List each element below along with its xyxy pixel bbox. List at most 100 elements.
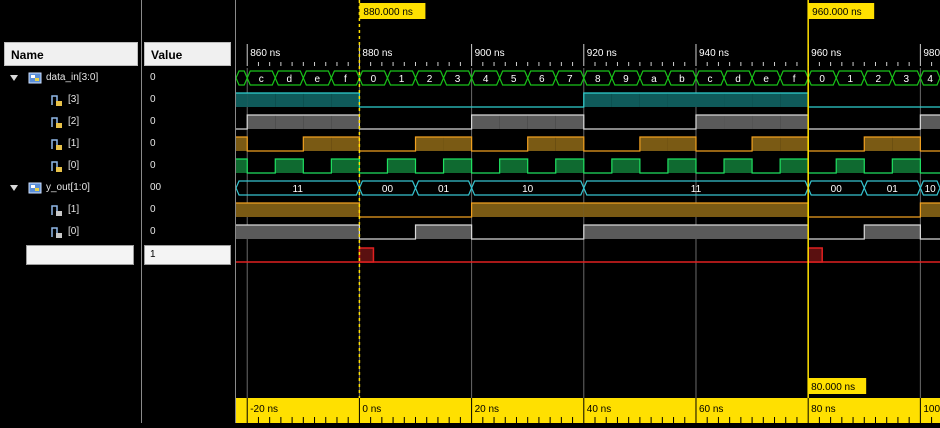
bit-high-fill bbox=[331, 159, 360, 173]
bit-high-fill bbox=[583, 225, 809, 239]
bus-value-label: 3 bbox=[455, 74, 461, 85]
bus-value-label: e bbox=[315, 74, 321, 85]
bus-value-label: f bbox=[344, 74, 347, 85]
bus-value-label: e bbox=[763, 74, 769, 85]
relative-tick-label: 60 ns bbox=[699, 404, 723, 415]
bus-value-label: c bbox=[708, 74, 713, 85]
signal-row[interactable]: [0] bbox=[0, 155, 141, 177]
signal-value-label: 0 bbox=[150, 226, 156, 237]
value-column-panel: Value 0 0 0 0 0 00 0 0 1 bbox=[142, 0, 236, 423]
bit-high-fill bbox=[331, 137, 360, 151]
relative-tick-label: 0 ns bbox=[362, 404, 381, 415]
bit-high-fill bbox=[555, 159, 584, 173]
waveform-panel[interactable]: 860 ns 880 ns 900 ns 920 ns 940 ns 960 ns 980 … bbox=[235, 0, 940, 423]
bit-high-fill bbox=[920, 115, 940, 129]
signal-row[interactable]: [1] bbox=[0, 133, 141, 155]
signal-row[interactable]: [0] bbox=[0, 221, 141, 243]
name-column-panel: Name data_in[3:0] [3] [2] [1] [0] y_out[1:0] [… bbox=[0, 0, 142, 423]
bit-high-fill bbox=[236, 203, 360, 217]
bit-high-fill bbox=[752, 115, 781, 129]
bit-high-fill bbox=[780, 159, 809, 173]
bus-value-label: 01 bbox=[438, 184, 450, 195]
signal-row[interactable]: [1] bbox=[0, 199, 141, 221]
bit-high-fill bbox=[303, 137, 332, 151]
time-tick-label: 940 ns bbox=[699, 48, 729, 59]
value-panel-top bbox=[142, 0, 235, 38]
bus-value-label: 10 bbox=[925, 184, 937, 195]
value-column-header[interactable]: Value bbox=[144, 42, 231, 66]
bus-value-label: 2 bbox=[427, 74, 433, 85]
relative-tick-label: 20 ns bbox=[475, 404, 499, 415]
bit-high-fill bbox=[864, 225, 921, 239]
bus-value-label: 00 bbox=[382, 184, 394, 195]
bit-high-fill bbox=[236, 93, 248, 107]
bit-high-fill bbox=[724, 159, 753, 173]
bit-high-fill bbox=[236, 137, 248, 151]
bit-high-fill bbox=[331, 93, 360, 107]
signal-row[interactable]: y_out[1:0] bbox=[0, 177, 141, 199]
bus-value-label: 01 bbox=[887, 184, 899, 195]
signal-value-label: 0 bbox=[150, 72, 156, 83]
signal-name-label: data_in[3:0] bbox=[46, 72, 99, 83]
bit-high-fill bbox=[724, 115, 753, 129]
bus-value-label: 3 bbox=[904, 74, 910, 85]
signal-row[interactable]: [3] bbox=[0, 89, 141, 111]
signal-value-label: 0 bbox=[150, 160, 156, 171]
bit-high-fill bbox=[555, 115, 584, 129]
bit-high-fill bbox=[275, 93, 304, 107]
bus-value-label: 0 bbox=[819, 74, 825, 85]
bit-high-fill bbox=[920, 203, 940, 217]
bit-high-fill bbox=[611, 93, 640, 107]
signal-name-label: [0] bbox=[68, 160, 80, 171]
signal-name-label: [3] bbox=[68, 94, 80, 105]
bus-value-label: 2 bbox=[876, 74, 882, 85]
invalid-data-pulse bbox=[358, 247, 375, 263]
bit-high-fill bbox=[667, 93, 696, 107]
time-tick-label: 960 ns bbox=[811, 48, 841, 59]
bus-value-label: 10 bbox=[522, 184, 534, 195]
bus-value-label: 8 bbox=[595, 74, 601, 85]
bit-high-fill bbox=[247, 115, 276, 129]
bus-value-label: a bbox=[651, 74, 657, 85]
bit-signal-icon bbox=[51, 139, 62, 150]
bit-high-fill bbox=[780, 93, 809, 107]
time-tick-label: 880 ns bbox=[362, 48, 392, 59]
bus-signal-icon bbox=[28, 72, 42, 84]
bit-high-fill bbox=[667, 137, 696, 151]
bit-high-fill bbox=[780, 137, 809, 151]
expand-toggle-icon[interactable] bbox=[10, 185, 18, 191]
bus-value-label: d bbox=[287, 74, 293, 85]
cursor-time-label: 880.000 ns bbox=[363, 7, 413, 18]
bus-value-label: 1 bbox=[399, 74, 405, 85]
time-tick-label: 900 ns bbox=[475, 48, 505, 59]
bus-value-label: 9 bbox=[623, 74, 629, 85]
signal-name-label: [2] bbox=[68, 116, 80, 127]
bit-high-fill bbox=[236, 159, 248, 173]
signal-row[interactable]: [2] bbox=[0, 111, 141, 133]
bit-high-fill bbox=[303, 115, 332, 129]
invalid-data-pulse bbox=[807, 247, 823, 263]
bit-high-fill bbox=[415, 225, 472, 239]
selected-row-highlight bbox=[26, 245, 134, 265]
bit-high-fill bbox=[499, 115, 528, 129]
bit-high-fill bbox=[331, 115, 360, 129]
signal-row[interactable]: data_in[3:0] bbox=[0, 67, 141, 89]
signal-value-label: 1 bbox=[150, 249, 156, 260]
name-column-header[interactable]: Name bbox=[4, 42, 138, 66]
bit-high-fill bbox=[527, 137, 556, 151]
signal-name-label: [1] bbox=[68, 204, 80, 215]
bit-high-fill bbox=[752, 137, 781, 151]
bus-value-label: d bbox=[735, 74, 741, 85]
bit-high-fill bbox=[471, 203, 584, 217]
waveform-canvas[interactable]: 860 ns 880 ns 900 ns 920 ns 940 ns 960 ns 980 … bbox=[235, 0, 940, 423]
bus-value-label: 00 bbox=[831, 184, 843, 195]
bus-value-label: f bbox=[793, 74, 796, 85]
bus-value-label: 0 bbox=[371, 74, 377, 85]
bit-high-fill bbox=[555, 137, 584, 151]
relative-tick-label: 100 ns bbox=[923, 404, 940, 415]
bus-value-label: b bbox=[679, 74, 685, 85]
bit-high-fill bbox=[780, 115, 809, 129]
time-tick-label: 980 ns bbox=[923, 48, 940, 59]
expand-toggle-icon[interactable] bbox=[10, 75, 18, 81]
signal-value-label: 0 bbox=[150, 116, 156, 127]
